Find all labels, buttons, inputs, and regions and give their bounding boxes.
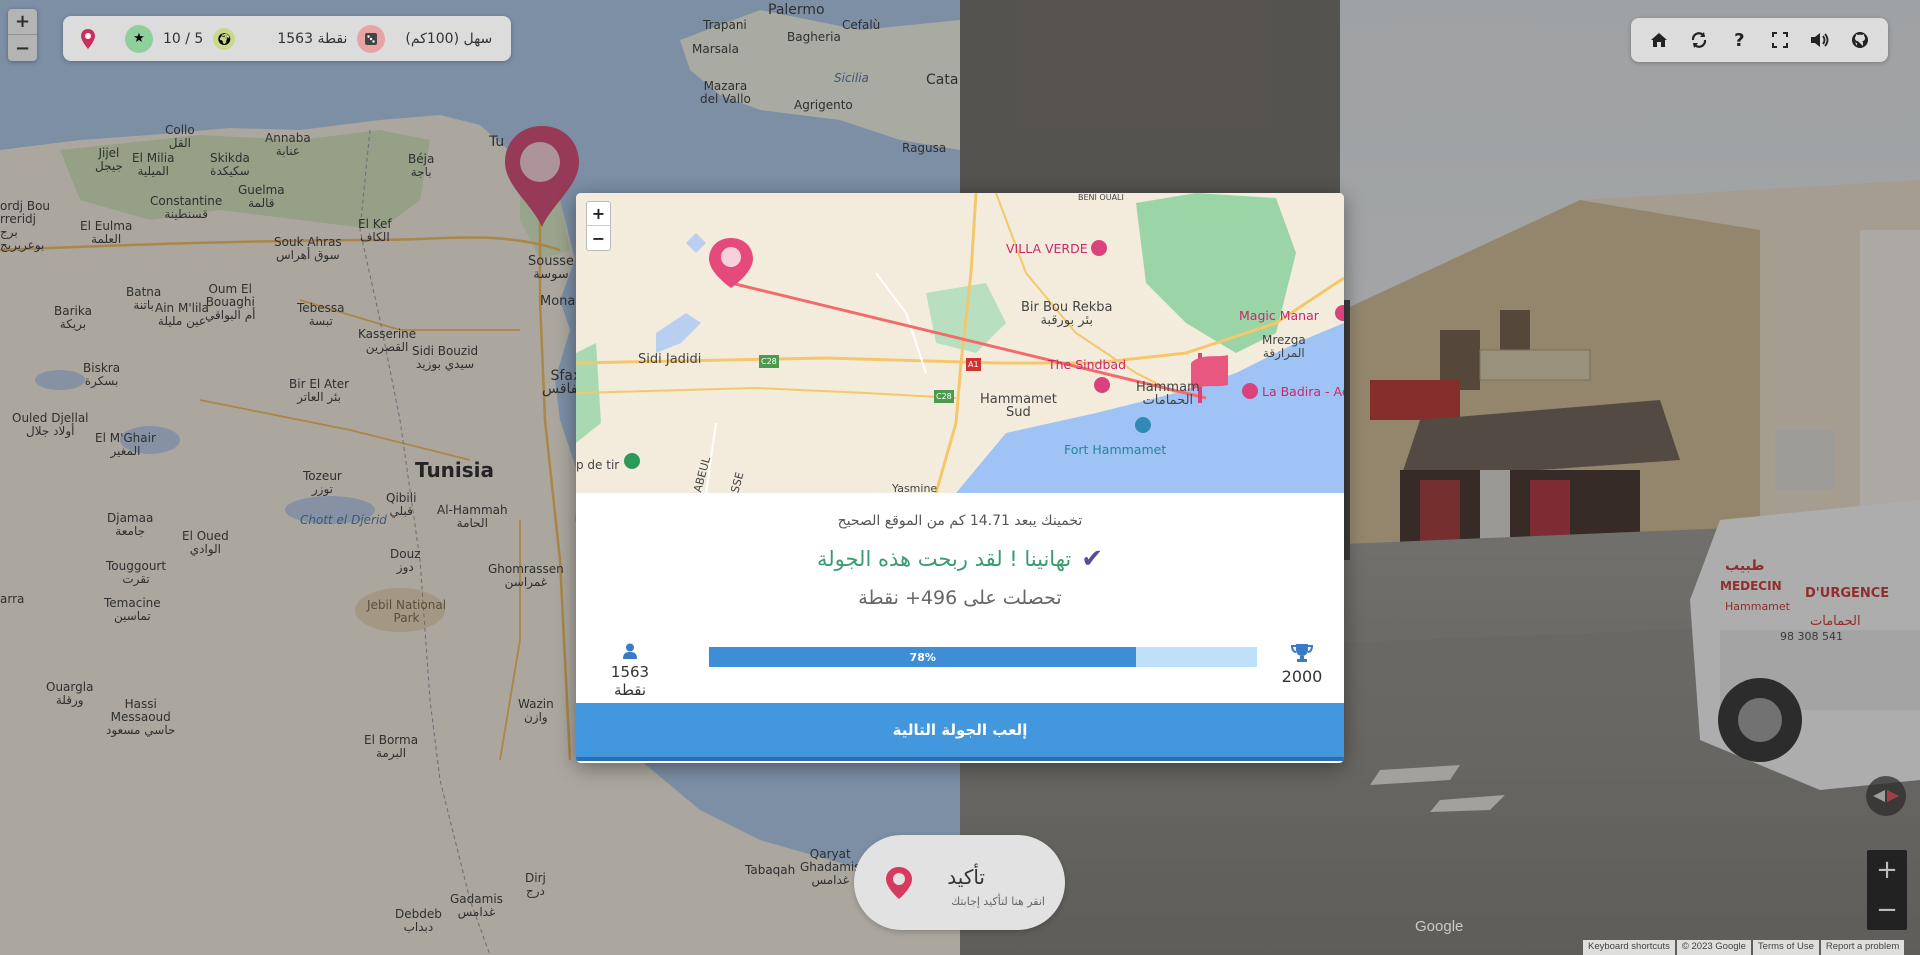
- result-map-zoom-out-button[interactable]: −: [587, 226, 610, 250]
- points-earned-text: تحصلت على 496+ نقطة: [858, 587, 1062, 609]
- map-place-label: Hammamet Sud: [980, 392, 1057, 420]
- confirm-subtitle: انقر هنا لتأكيد إجابتك: [951, 895, 1045, 908]
- map-pin-icon: [886, 867, 912, 899]
- top-toolbar: ?: [1631, 18, 1888, 62]
- star-icon: ★: [125, 24, 153, 53]
- map-pin-icon: [77, 28, 99, 50]
- road-label: C28: [934, 390, 954, 403]
- dice-icon: [357, 24, 386, 53]
- home-icon[interactable]: [1645, 26, 1673, 54]
- confirm-title: تأكيد: [947, 865, 985, 889]
- github-icon[interactable]: [1846, 26, 1874, 54]
- game-stats-bar: ★ 10 / 5 🌍︎ 1563 نقطة سهل (100كم): [63, 16, 511, 61]
- terms-link[interactable]: Terms of Use: [1752, 940, 1819, 955]
- progress-bar-fill: 78%: [709, 647, 1137, 667]
- round-result-modal: + − BENI OUALI VILLA VERDE Bir Bou Rekba…: [576, 193, 1344, 763]
- game-screen: Palermo Trapani Marsala Bagheria Cefalù …: [0, 0, 1920, 955]
- result-map-zoom-in-button[interactable]: +: [587, 202, 610, 226]
- current-score: 1563 نقطة: [594, 643, 666, 699]
- next-round-button[interactable]: إلعب الجولة التالية: [576, 703, 1344, 761]
- score-counter: 1563 نقطة: [277, 30, 348, 47]
- difficulty-label: سهل (100كم): [405, 30, 493, 47]
- map-place-label: Yasmine: [892, 482, 938, 493]
- google-logo: Google: [1415, 918, 1464, 935]
- streetview-footer: Keyboard shortcuts © 2023 Google Terms o…: [1583, 940, 1905, 955]
- congrats-text: تهانينا ! لقد ربحت هذه الجولة: [816, 547, 1072, 571]
- trophy-icon: [1291, 644, 1313, 662]
- map-place-label: BENI OUALI: [1078, 193, 1124, 202]
- streetview-zoom-out-button[interactable]: −: [1867, 890, 1907, 930]
- target-score-label: 2000: [1281, 667, 1323, 686]
- score-progress: 1563 نقطة 78% 2000: [576, 643, 1344, 703]
- road-label: C28: [759, 355, 779, 368]
- poi-label: La Badira - Ac: [1262, 384, 1344, 399]
- volume-icon[interactable]: [1806, 26, 1834, 54]
- map-place-label: Hammam الحمامات: [1136, 380, 1200, 408]
- map-place-label: Mrezga المرازقة: [1262, 333, 1306, 360]
- result-map-graphic: [576, 193, 1344, 493]
- round-won-message: ✔ تهانينا ! لقد ربحت هذه الجولة: [576, 544, 1344, 574]
- report-problem-link[interactable]: Report a problem: [1820, 940, 1905, 955]
- round-counter: 10 / 5: [163, 30, 204, 47]
- globe-icon: 🌍︎: [213, 27, 236, 50]
- user-icon: [623, 643, 637, 659]
- map-place-label: Bir Bou Rekba بئر بورقبة: [1021, 300, 1113, 328]
- streetview-zoom-in-button[interactable]: +: [1867, 850, 1907, 890]
- result-summary: تخمينك يبعد 14.71 كم من الموقع الصحيح ✔ …: [576, 493, 1344, 763]
- streetview-zoom-control: + −: [1867, 850, 1907, 930]
- confirm-answer-button[interactable]: تأكيد انقر هنا لتأكيد إجابتك: [854, 835, 1065, 930]
- distance-text: تخمينك يبعد 14.71 كم من الموقع الصحيح: [837, 513, 1083, 529]
- target-score: 2000: [1272, 643, 1332, 686]
- result-map-zoom-control: + −: [586, 201, 611, 251]
- copyright-text: © 2023 Google: [1676, 940, 1751, 955]
- poi-label: Magic Manar: [1239, 308, 1319, 323]
- current-score-label: 1563 نقطة: [610, 663, 650, 699]
- poi-label: The Sindbad: [1048, 357, 1127, 372]
- map-place-label: Sidi Jadidi: [638, 352, 702, 367]
- progress-bar: 78%: [709, 647, 1257, 667]
- keyboard-shortcuts-link[interactable]: Keyboard shortcuts: [1583, 940, 1675, 955]
- poi-label: VILLA VERDE: [1006, 241, 1088, 256]
- check-icon: ✔: [1081, 544, 1104, 574]
- refresh-icon[interactable]: [1685, 26, 1713, 54]
- road-label: A1: [966, 358, 981, 371]
- poi-label: Fort Hammamet: [1064, 442, 1167, 457]
- help-icon[interactable]: ?: [1725, 26, 1753, 54]
- map-place-label: p de tir: [576, 458, 620, 472]
- fullscreen-icon[interactable]: [1766, 26, 1794, 54]
- result-map[interactable]: + − BENI OUALI VILLA VERDE Bir Bou Rekba…: [576, 193, 1344, 493]
